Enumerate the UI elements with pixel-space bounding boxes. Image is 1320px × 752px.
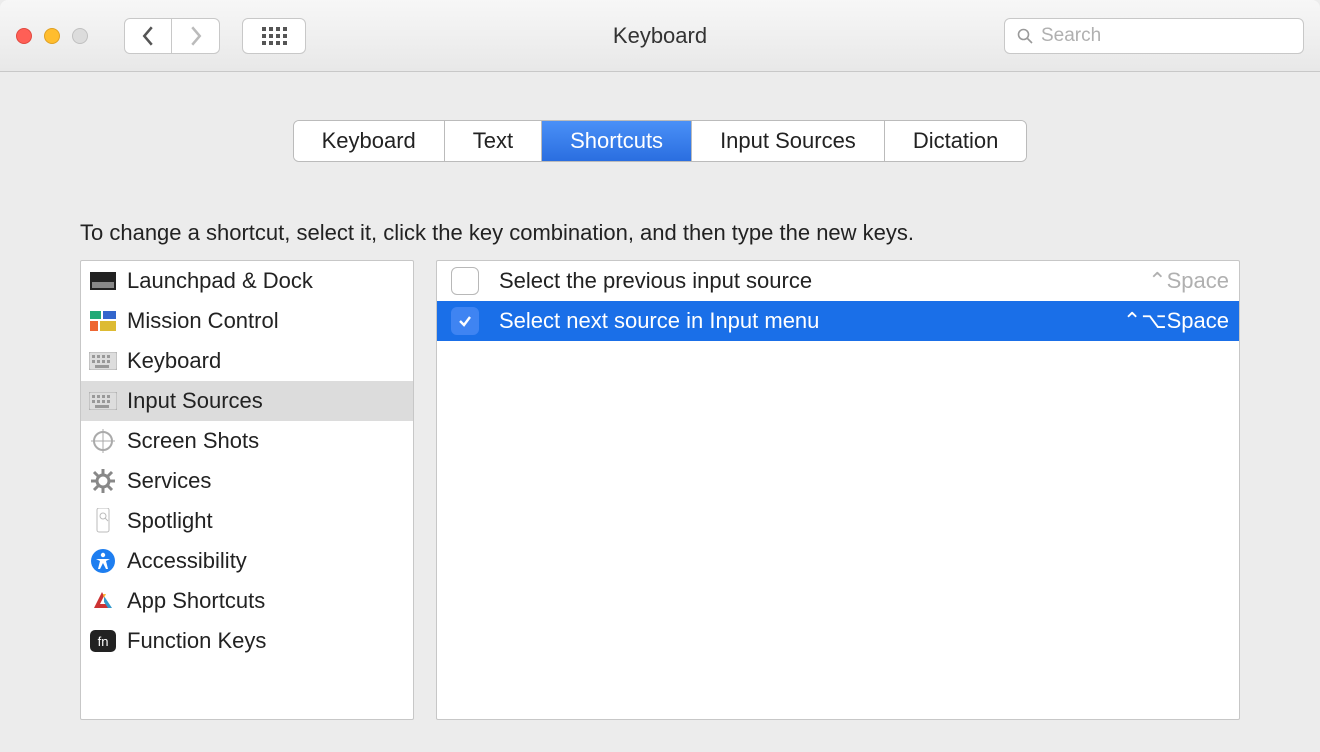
category-accessibility[interactable]: Accessibility xyxy=(81,541,413,581)
category-list: Launchpad & Dock Mission Control Keyboard I… xyxy=(80,260,414,720)
zoom-window-button[interactable] xyxy=(72,28,88,44)
shortcut-checkbox[interactable] xyxy=(451,267,479,295)
app-icon xyxy=(89,589,117,613)
back-button[interactable] xyxy=(124,18,172,54)
category-label: Screen Shots xyxy=(127,428,259,454)
fn-icon: fn xyxy=(89,629,117,653)
instruction-text: To change a shortcut, select it, click t… xyxy=(80,220,1240,246)
category-mission-control[interactable]: Mission Control xyxy=(81,301,413,341)
gear-icon xyxy=(89,469,117,493)
search-icon xyxy=(1017,28,1033,44)
search-field[interactable] xyxy=(1004,18,1304,54)
traffic-lights xyxy=(16,28,88,44)
category-keyboard[interactable]: Keyboard xyxy=(81,341,413,381)
category-app-shortcuts[interactable]: App Shortcuts xyxy=(81,581,413,621)
shortcut-keys[interactable]: ⌃⌥Space xyxy=(1123,308,1229,334)
category-label: Services xyxy=(127,468,211,494)
shortcut-row[interactable]: Select next source in Input menu⌃⌥Space xyxy=(437,301,1239,341)
tab-input-sources[interactable]: Input Sources xyxy=(692,121,885,161)
category-label: App Shortcuts xyxy=(127,588,265,614)
keyboard-icon xyxy=(89,349,117,373)
shortcut-keys[interactable]: ⌃Space xyxy=(1148,268,1229,294)
category-services[interactable]: Services xyxy=(81,461,413,501)
category-label: Mission Control xyxy=(127,308,279,334)
shortcut-label: Select the previous input source xyxy=(499,268,1148,294)
category-label: Keyboard xyxy=(127,348,221,374)
preferences-window: Keyboard KeyboardTextShortcutsInput Sour… xyxy=(0,0,1320,752)
tab-bar: KeyboardTextShortcutsInput SourcesDictat… xyxy=(293,120,1028,162)
close-window-button[interactable] xyxy=(16,28,32,44)
spotlight-icon xyxy=(89,509,117,533)
minimize-window-button[interactable] xyxy=(44,28,60,44)
shortcut-list: Select the previous input source⌃SpaceSe… xyxy=(436,260,1240,720)
tab-dictation[interactable]: Dictation xyxy=(885,121,1027,161)
forward-button[interactable] xyxy=(172,18,220,54)
keyboard-icon xyxy=(89,389,117,413)
shortcut-checkbox[interactable] xyxy=(451,307,479,335)
chevron-right-icon xyxy=(189,26,203,46)
tab-keyboard[interactable]: Keyboard xyxy=(294,121,445,161)
grid-icon xyxy=(262,27,287,45)
nav-buttons xyxy=(124,18,220,54)
svg-text:fn: fn xyxy=(98,634,109,649)
category-label: Spotlight xyxy=(127,508,213,534)
category-input-sources[interactable]: Input Sources xyxy=(81,381,413,421)
category-label: Launchpad & Dock xyxy=(127,268,313,294)
search-input[interactable] xyxy=(1041,25,1291,47)
category-label: Accessibility xyxy=(127,548,247,574)
category-label: Input Sources xyxy=(127,388,263,414)
titlebar: Keyboard xyxy=(0,0,1320,72)
category-function-keys[interactable]: fn Function Keys xyxy=(81,621,413,661)
tab-text[interactable]: Text xyxy=(445,121,542,161)
chevron-left-icon xyxy=(141,26,155,46)
shortcut-row[interactable]: Select the previous input source⌃Space xyxy=(437,261,1239,301)
category-spotlight[interactable]: Spotlight xyxy=(81,501,413,541)
mission-icon xyxy=(89,309,117,333)
accessibility-icon xyxy=(89,549,117,573)
tab-shortcuts[interactable]: Shortcuts xyxy=(542,121,692,161)
dock-icon xyxy=(89,269,117,293)
category-launchpad-dock[interactable]: Launchpad & Dock xyxy=(81,261,413,301)
category-label: Function Keys xyxy=(127,628,266,654)
screenshot-icon xyxy=(89,429,117,453)
shortcut-label: Select next source in Input menu xyxy=(499,308,1123,334)
category-screen-shots[interactable]: Screen Shots xyxy=(81,421,413,461)
show-all-button[interactable] xyxy=(242,18,306,54)
